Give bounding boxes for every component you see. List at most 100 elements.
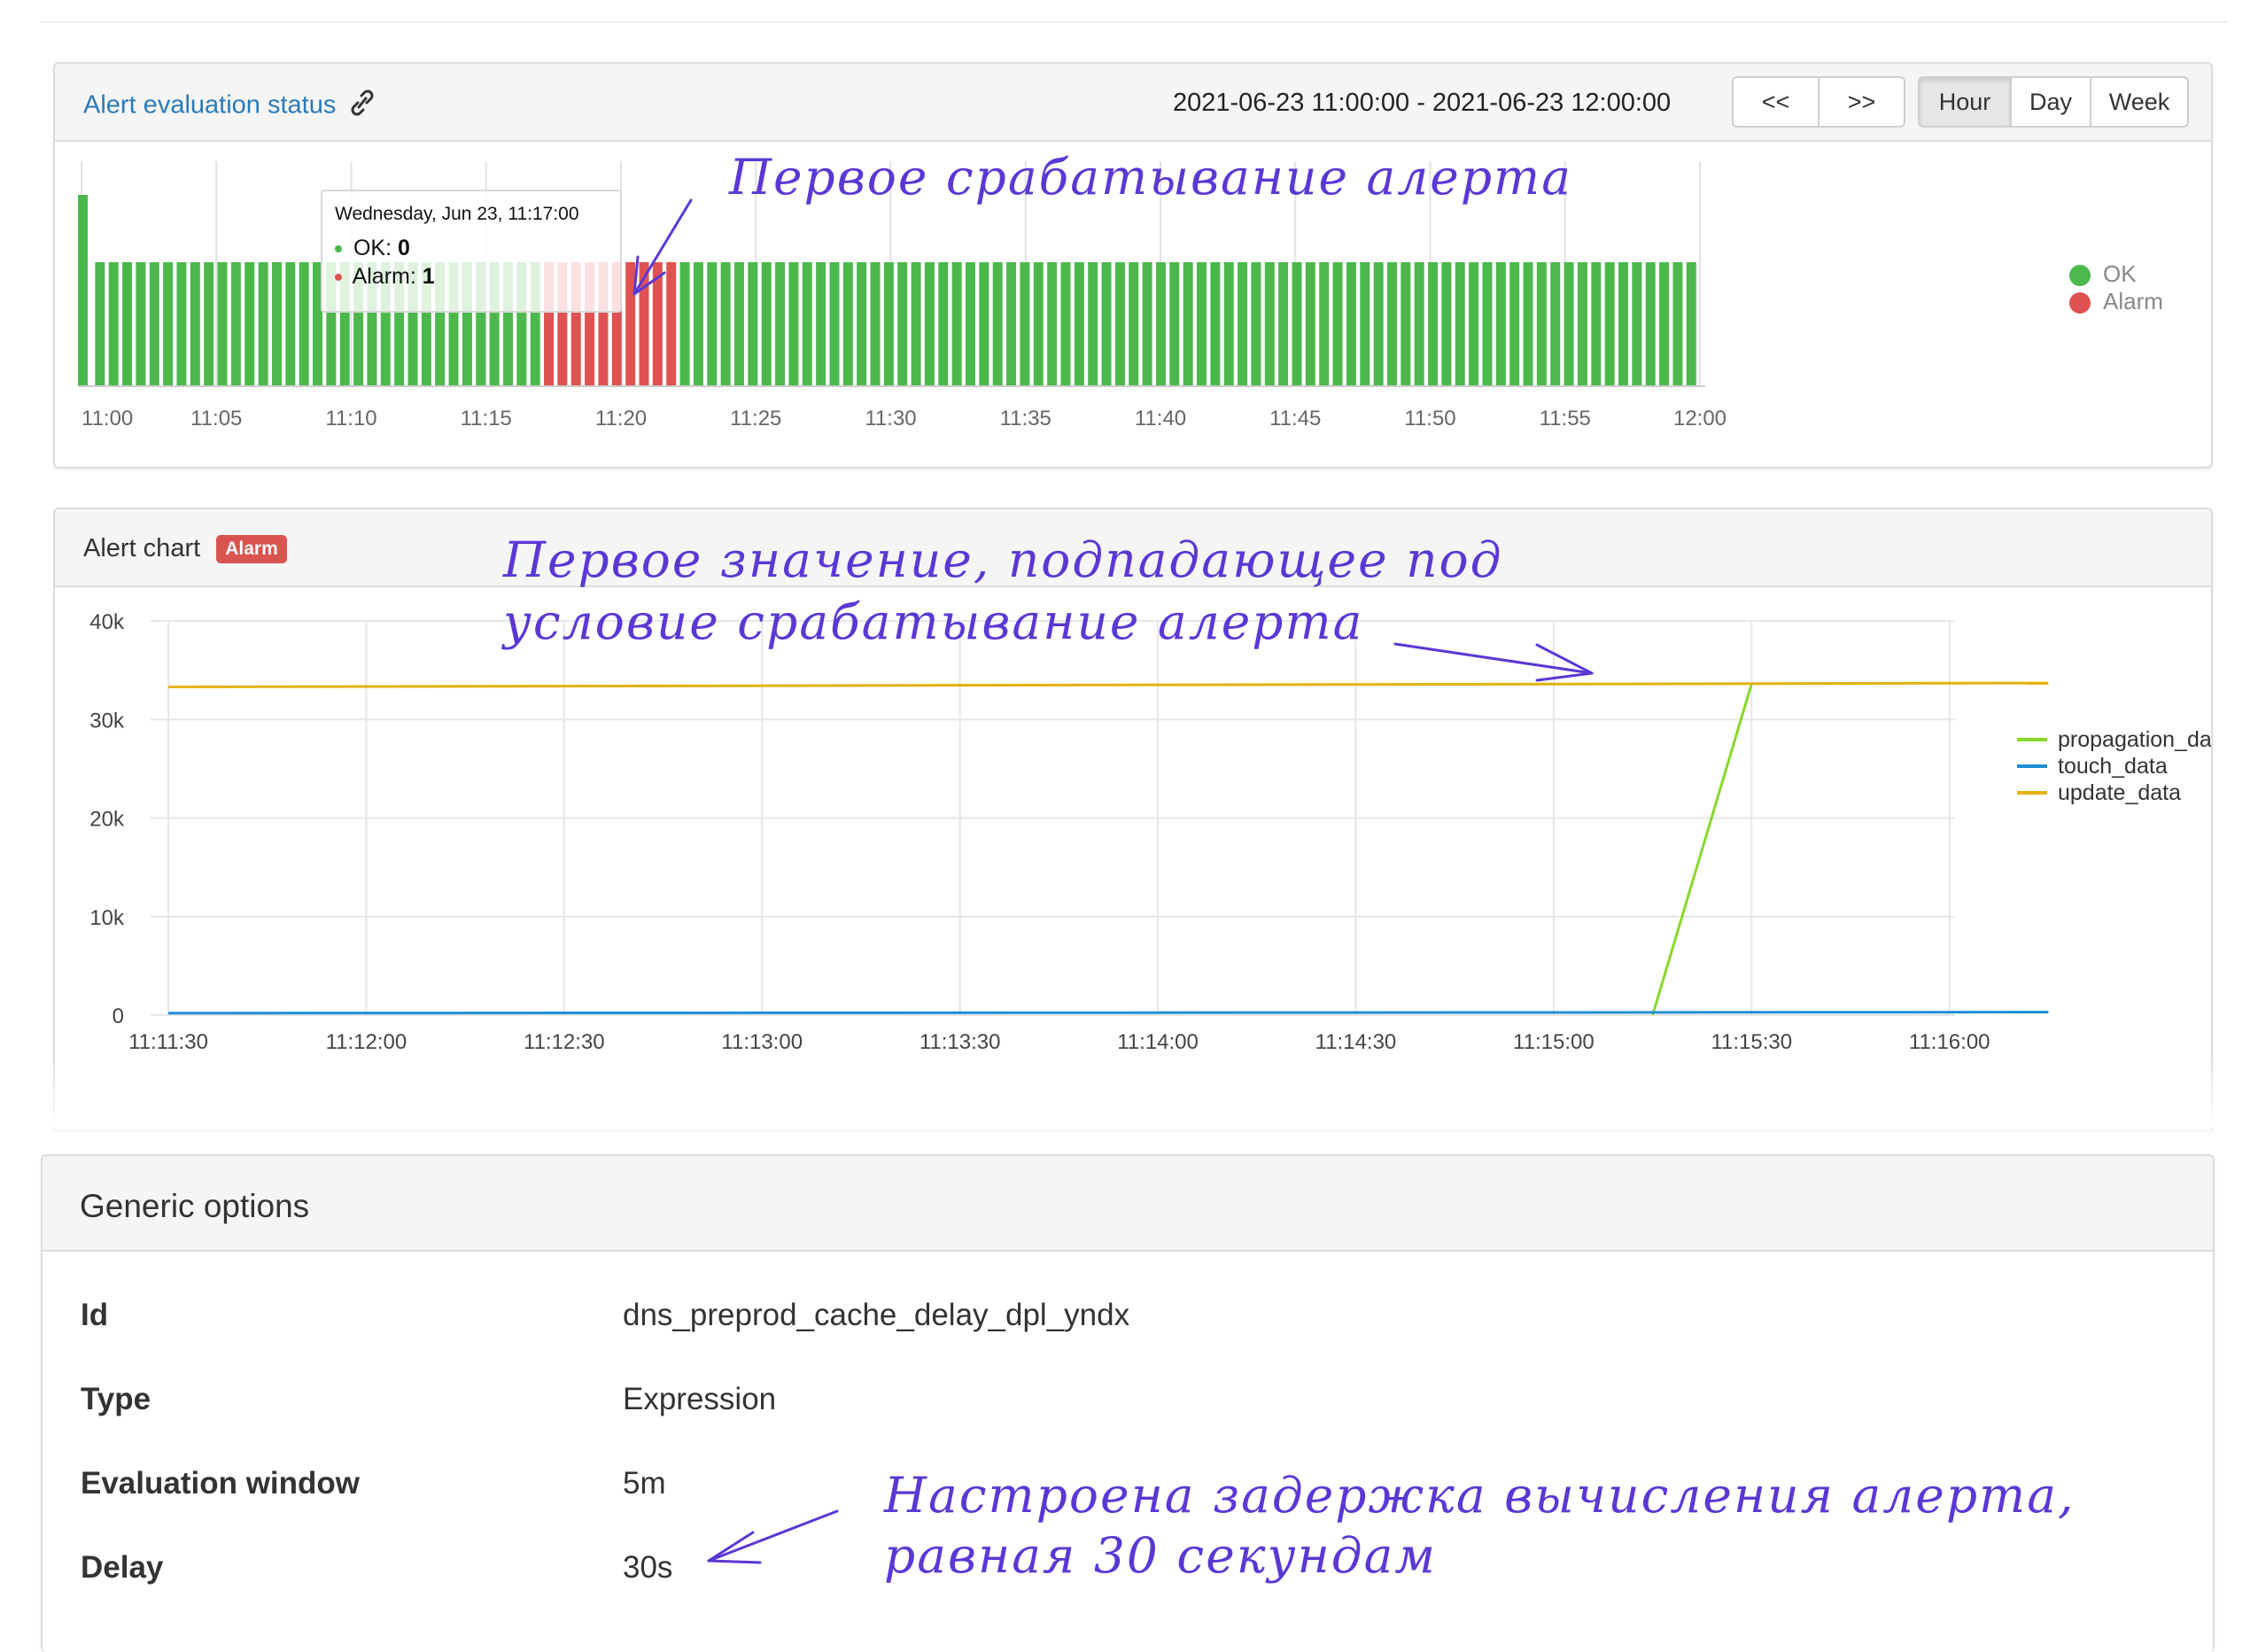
alarm-bar	[652, 262, 663, 386]
ok-bar	[176, 262, 187, 386]
prev-range-button[interactable]: <<	[1732, 76, 1820, 128]
ok-bar	[979, 262, 989, 386]
alert-evaluation-status-panel: Alert evaluation status 2021-06-23 11:00…	[53, 62, 2213, 469]
period-week-button[interactable]: Week	[2090, 76, 2189, 128]
ok-bar	[1142, 262, 1152, 386]
ok-bar	[897, 262, 908, 386]
tooltip-date: Wednesday, Jun 23, 11:17:00	[335, 204, 579, 224]
option-value-evaluation-window: 5m	[623, 1466, 666, 1501]
next-range-button[interactable]: >>	[1818, 76, 1905, 128]
legend-ok-label: OK	[2103, 260, 2137, 287]
ok-bar	[1264, 262, 1275, 386]
alert-chart-title-wrap: Alert chart Alarm	[83, 534, 287, 563]
ok-bar	[136, 262, 146, 386]
status-legend: OK Alarm	[2069, 260, 2163, 315]
ok-bar	[1659, 262, 1670, 386]
ok-bar	[938, 262, 949, 386]
ok-bar	[761, 262, 772, 386]
tooltip-alarm-row: Alarm: 1	[335, 264, 435, 290]
panel-title[interactable]: Alert evaluation status	[83, 91, 336, 120]
ok-bar	[1618, 262, 1629, 386]
period-hour-button[interactable]: Hour	[1918, 76, 2012, 128]
ok-bar	[966, 262, 976, 386]
ok-bar	[1169, 262, 1180, 386]
panel-title-link[interactable]: Alert evaluation status	[83, 89, 375, 124]
x-tick-label: 11:15:00	[1513, 1030, 1595, 1054]
ok-bar	[1469, 262, 1479, 386]
option-label-evaluation-window: Evaluation window	[81, 1466, 361, 1501]
ok-bar	[271, 262, 282, 386]
period-day-button[interactable]: Day	[2010, 76, 2091, 128]
alarm-bar	[625, 262, 636, 386]
ok-bar	[1278, 262, 1289, 386]
x-tick-label: 11:35	[1000, 407, 1051, 430]
panel-header: Generic options	[43, 1156, 2213, 1252]
ok-bar	[720, 262, 731, 386]
ok-bar	[1332, 262, 1343, 386]
ok-bar	[788, 262, 799, 386]
ok-bar	[1386, 262, 1397, 386]
ok-bar	[1101, 262, 1112, 386]
option-value-delay: 30s	[623, 1550, 673, 1585]
ok-bar	[1020, 262, 1030, 386]
x-tick-label: 11:16:00	[1909, 1030, 1990, 1054]
ok-bar	[1604, 262, 1615, 386]
link-icon[interactable]	[350, 89, 375, 124]
alarm-legend-dot-icon	[2069, 292, 2091, 314]
ok-bar	[190, 262, 200, 386]
x-tick-label: 11:55	[1540, 407, 1591, 430]
ok-bar	[1033, 262, 1044, 386]
legend-label-update_data: update_data	[2058, 780, 2181, 805]
option-value-type: Expression	[623, 1382, 777, 1416]
status-badge: Alarm	[216, 535, 287, 563]
ok-bar	[1591, 262, 1602, 386]
x-tick-label: 12:00	[1673, 407, 1726, 430]
ok-bar	[1536, 262, 1547, 386]
alarm-bar	[666, 262, 677, 386]
x-tick-label: 11:12:00	[326, 1030, 407, 1054]
annotation-first-value-line2: условие срабатывание алерта	[503, 593, 1364, 650]
tooltip-alarm-label: Alarm:	[352, 264, 416, 289]
ok-bar	[149, 262, 159, 386]
time-range-label: 2021-06-23 11:00:00 - 2021-06-23 12:00:0…	[1173, 89, 1672, 117]
ok-bar	[217, 262, 228, 386]
tooltip-ok-label: OK:	[353, 236, 392, 260]
ok-bar	[1305, 262, 1315, 386]
x-tick-label: 11:40	[1135, 407, 1186, 430]
ok-bar	[679, 262, 690, 386]
ok-bar	[1428, 262, 1439, 386]
ok-bar	[1550, 262, 1561, 386]
ok-bar	[1251, 262, 1261, 386]
y-tick-label: 10k	[89, 906, 125, 930]
ok-bar	[816, 262, 826, 386]
ok-bar	[299, 262, 309, 386]
ok-bar	[1373, 262, 1384, 386]
legend-item-ok[interactable]: OK	[2069, 260, 2163, 288]
chart-tooltip: Wednesday, Jun 23, 11:17:00 OK: 0 Alarm:…	[321, 190, 622, 313]
ok-bar	[122, 262, 133, 386]
ok-bar	[1047, 262, 1058, 386]
x-tick-label: 11:00	[81, 407, 133, 430]
series-line-update_data	[167, 681, 2049, 689]
ok-bar	[1238, 262, 1248, 386]
ok-bar	[1197, 262, 1207, 386]
ok-bar	[1577, 262, 1587, 386]
ok-bar	[1441, 262, 1452, 386]
x-tick-label: 11:14:30	[1315, 1030, 1397, 1054]
tooltip-alarm-value: 1	[422, 264, 435, 289]
alarm-dot-icon	[335, 274, 342, 282]
alarm-bar	[639, 262, 649, 386]
legend-item-alarm[interactable]: Alarm	[2069, 288, 2163, 315]
ok-bar	[1210, 262, 1221, 386]
ok-bar	[1006, 262, 1017, 386]
generic-options-title: Generic options	[80, 1188, 310, 1224]
y-tick-label: 30k	[89, 709, 125, 733]
ok-bar	[924, 262, 935, 386]
annotation-delay-line2: равная 30 секундам	[884, 1527, 1437, 1584]
ok-bar	[1060, 262, 1071, 386]
ok-bar	[1129, 262, 1139, 386]
legend-label-touch_data: touch_data	[2058, 754, 2168, 779]
x-tick-label: 11:11:30	[128, 1030, 208, 1054]
option-label-id: Id	[81, 1298, 109, 1332]
ok-bar	[1672, 262, 1683, 386]
